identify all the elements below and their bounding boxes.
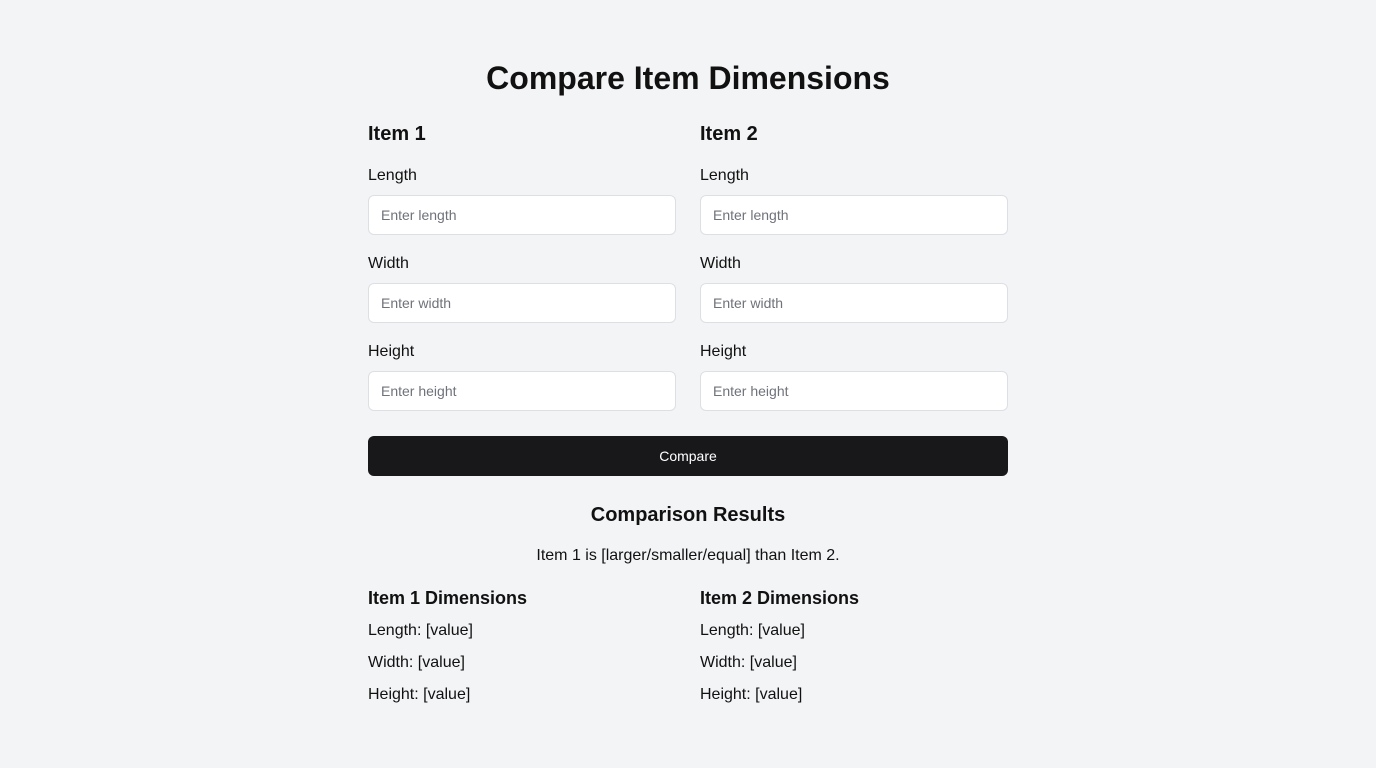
item1-heading: Item 1 bbox=[368, 123, 426, 145]
item1-height-input[interactable] bbox=[368, 371, 676, 411]
item2-width-value: Width: [value] bbox=[700, 654, 797, 671]
results-title: Comparison Results bbox=[590, 504, 786, 526]
item2-length-label: Length bbox=[700, 167, 749, 184]
item1-width-value: Width: [value] bbox=[368, 654, 465, 671]
page-title: Compare Item Dimensions bbox=[486, 60, 890, 96]
compare-button[interactable]: Compare bbox=[368, 436, 1008, 476]
item2-length-value: Length: [value] bbox=[700, 622, 805, 639]
item2-height-value: Height: [value] bbox=[700, 686, 803, 703]
item1-width-label: Width bbox=[368, 255, 409, 272]
item2-dimensions: Item 2 Dimensions Length: [value] Width:… bbox=[700, 586, 1008, 706]
item2-heading: Item 2 bbox=[700, 123, 758, 145]
item1-height-value: Height: [value] bbox=[368, 686, 471, 703]
item1-form: Item 1 Length Width Height bbox=[368, 121, 676, 411]
item2-height-input[interactable] bbox=[700, 371, 1008, 411]
page: Compare Item Dimensions Item 1 Length Wi… bbox=[0, 0, 1376, 768]
item2-form: Item 2 Length Width Height bbox=[700, 121, 1008, 411]
item2-height-label: Height bbox=[700, 343, 747, 360]
item2-width-input[interactable] bbox=[700, 283, 1008, 323]
item1-dimensions: Item 1 Dimensions Length: [value] Width:… bbox=[368, 586, 676, 706]
item2-dimensions-heading: Item 2 Dimensions bbox=[700, 588, 860, 608]
item1-length-label: Length bbox=[368, 167, 417, 184]
item1-length-input[interactable] bbox=[368, 195, 676, 235]
results-summary: Item 1 is [larger/smaller/equal] than It… bbox=[536, 547, 840, 564]
item1-width-input[interactable] bbox=[368, 283, 676, 323]
item2-length-input[interactable] bbox=[700, 195, 1008, 235]
item2-width-label: Width bbox=[700, 255, 741, 272]
item1-height-label: Height bbox=[368, 343, 415, 360]
item1-length-value: Length: [value] bbox=[368, 622, 473, 639]
item1-dimensions-heading: Item 1 Dimensions bbox=[368, 588, 528, 608]
